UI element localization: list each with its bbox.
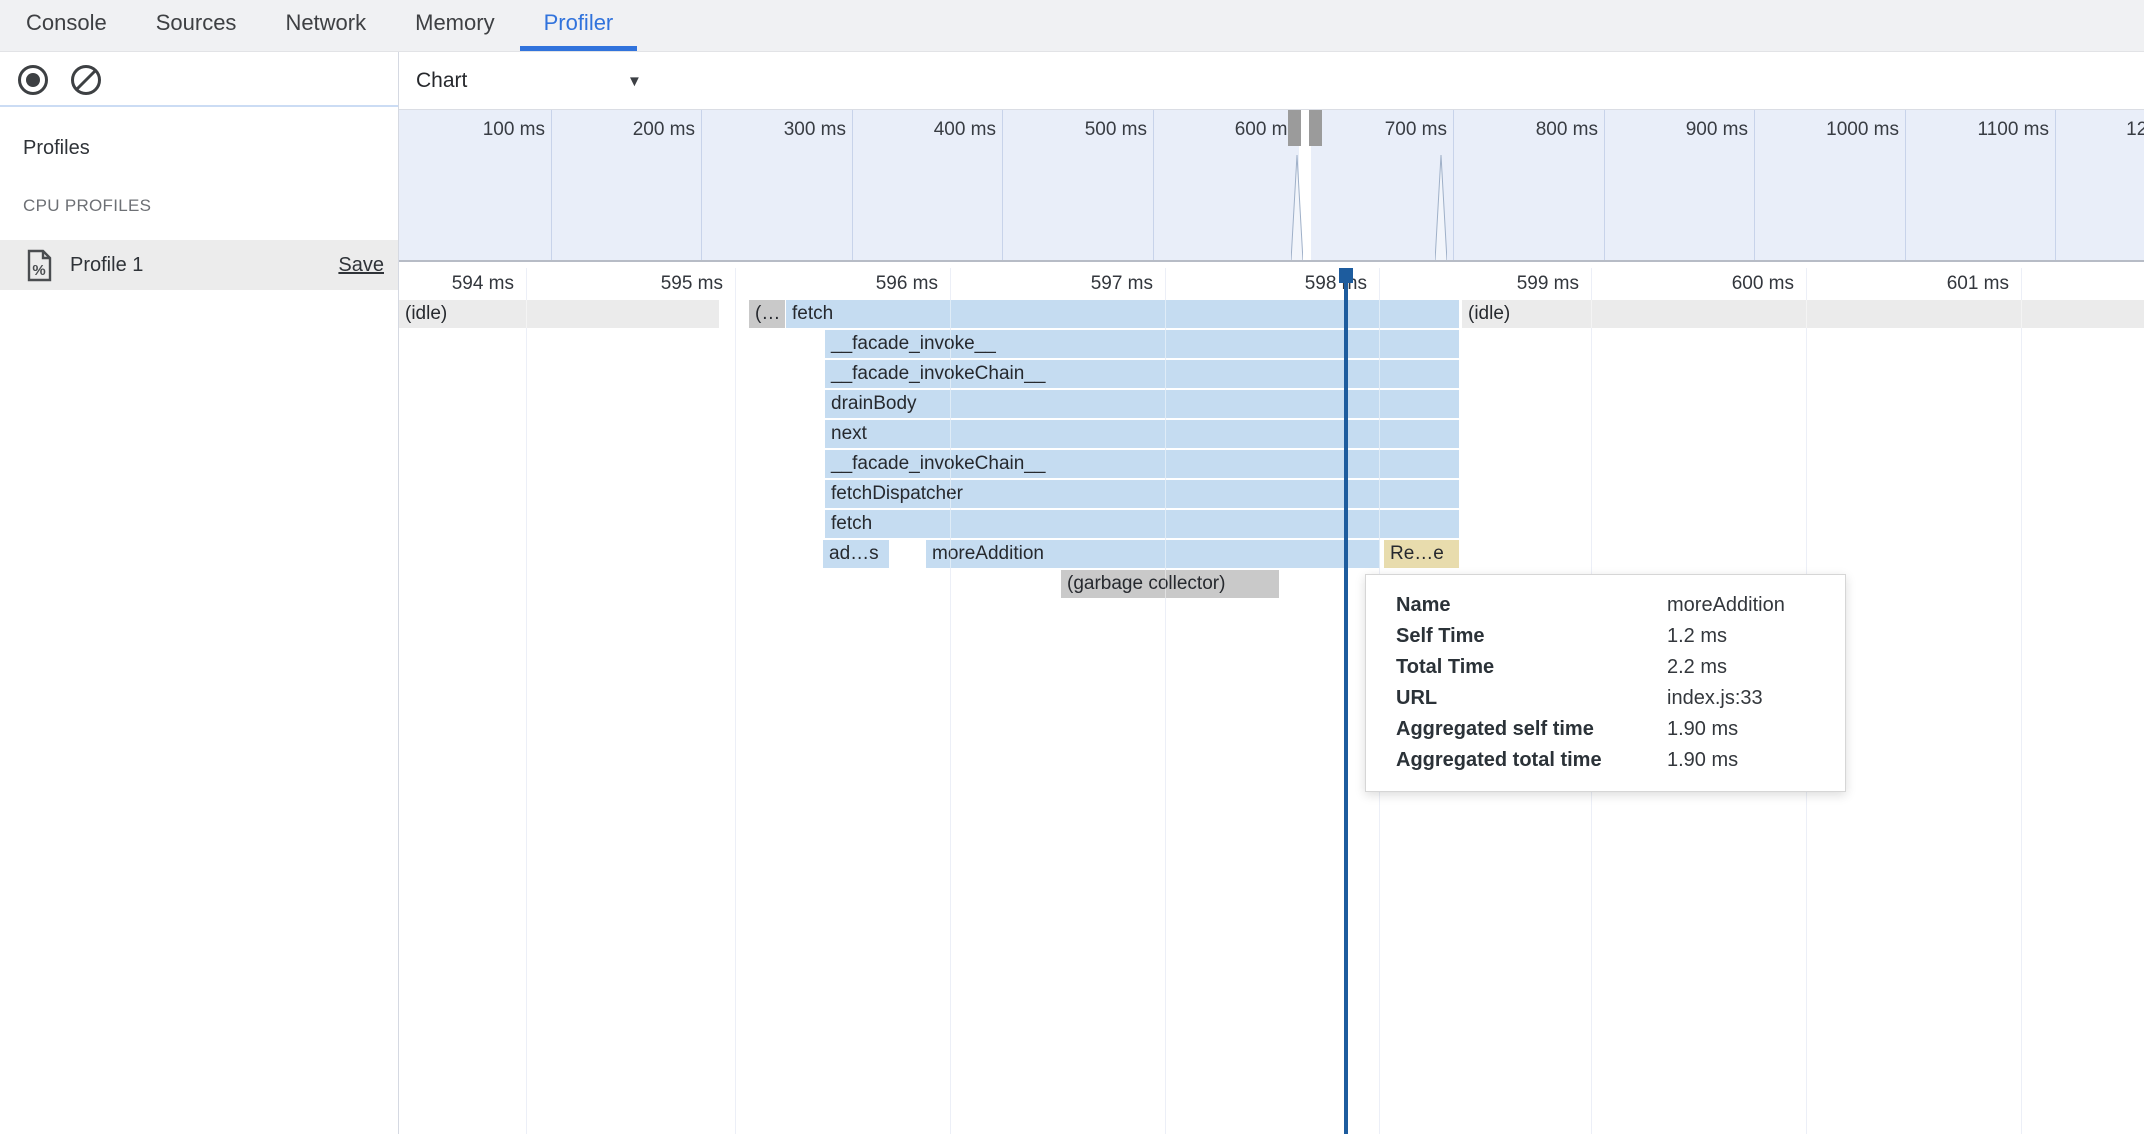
- svg-text:%: %: [32, 262, 45, 279]
- profile-name: Profile 1: [70, 254, 143, 277]
- selection-handle-right[interactable]: [1309, 110, 1322, 146]
- time-gridline-highlight: [1165, 268, 1166, 1134]
- flame-bar-idle[interactable]: (idle): [399, 300, 719, 328]
- tooltip-row-label: Aggregated total time: [1396, 745, 1667, 776]
- flame-bar-js[interactable]: __facade_invoke__: [825, 330, 1459, 358]
- record-profile-button[interactable]: [15, 62, 51, 98]
- profile-list-item[interactable]: % Profile 1 Save: [0, 240, 398, 290]
- selection-handle-left[interactable]: [1288, 110, 1301, 146]
- flame-bar-js[interactable]: moreAddition: [926, 540, 1380, 568]
- record-icon: [15, 62, 51, 98]
- cpu-profiles-section-label: CPU PROFILES: [23, 196, 398, 216]
- web-inspector: ConsoleSourcesNetworkMemoryProfiler: [0, 0, 2144, 1134]
- view-mode-label: Chart: [416, 69, 467, 93]
- tooltip-row-label: URL: [1396, 683, 1667, 714]
- cpu-usage-spike: [1291, 155, 1303, 262]
- tooltip-row: URLindex.js:33: [1396, 683, 1827, 714]
- tooltip-row-label: Aggregated self time: [1396, 714, 1667, 745]
- overview-tick-label: 400 ms: [844, 119, 996, 141]
- tooltip-row-label: Name: [1396, 590, 1667, 621]
- overview-tick-label: 1100 ms: [1897, 119, 2049, 141]
- overview-tick-label: 1200 ms: [2047, 119, 2144, 141]
- overview-tick-label: 600 ms: [1145, 119, 1297, 141]
- tab-network[interactable]: Network: [261, 0, 390, 51]
- cpu-usage-spike: [1435, 155, 1447, 262]
- tooltip-row-value: 1.2 ms: [1667, 621, 1827, 652]
- tab-profiler[interactable]: Profiler: [520, 0, 638, 51]
- flame-bar-gc[interactable]: (garbage collector): [1061, 570, 1279, 598]
- flame-bar-js[interactable]: __facade_invokeChain__: [825, 360, 1459, 388]
- overview-tick-label: 1000 ms: [1747, 119, 1899, 141]
- overview-tick-label: 500 ms: [995, 119, 1147, 141]
- flame-bar-js[interactable]: __facade_invokeChain__: [825, 450, 1459, 478]
- flame-chart: (idle)(…fetch(idle)__facade_invoke____fa…: [399, 268, 2144, 1134]
- save-profile-link[interactable]: Save: [338, 254, 384, 277]
- tooltip-row: Aggregated total time1.90 ms: [1396, 745, 1827, 776]
- view-mode-dropdown[interactable]: Chart ▼: [399, 52, 661, 109]
- overview-tick-label: 200 ms: [543, 119, 695, 141]
- time-gridline-highlight: [526, 268, 527, 1134]
- profile-document-icon: %: [26, 249, 53, 282]
- flame-bar-idle[interactable]: (idle): [1462, 300, 2144, 328]
- time-gridline-highlight: [735, 268, 736, 1134]
- time-gridline-highlight: [2021, 268, 2022, 1134]
- tooltip-row: Self Time1.2 ms: [1396, 621, 1827, 652]
- profiler-main-panel: Chart ▼ 100 ms200 ms300 ms400 ms500 ms60…: [398, 52, 2144, 1134]
- current-time-marker-cap: [1339, 268, 1353, 283]
- flame-bar-js[interactable]: fetch: [825, 510, 1459, 538]
- tooltip-row-value: 1.90 ms: [1667, 745, 1827, 776]
- flame-bar-js[interactable]: drainBody: [825, 390, 1459, 418]
- tab-memory[interactable]: Memory: [391, 0, 518, 51]
- time-gridline-highlight: [950, 268, 951, 1134]
- tooltip-row-label: Self Time: [1396, 621, 1667, 652]
- clear-icon: [68, 62, 104, 98]
- tooltip-row-value: index.js:33: [1667, 683, 1827, 714]
- timeline-overview[interactable]: 100 ms200 ms300 ms400 ms500 ms600 ms700 …: [399, 109, 2144, 262]
- frame-details-tooltip: NamemoreAdditionSelf Time1.2 msTotal Tim…: [1365, 574, 1846, 792]
- overview-tick-label: 300 ms: [694, 119, 846, 141]
- flame-bar-js[interactable]: next: [825, 420, 1459, 448]
- flame-bar-js[interactable]: fetch: [786, 300, 1459, 328]
- chevron-down-icon: ▼: [627, 73, 642, 90]
- tab-bar: ConsoleSourcesNetworkMemoryProfiler: [0, 0, 2144, 52]
- sidebar-toolbar: [0, 52, 398, 107]
- sidebar: Profiles CPU PROFILES % Profile 1 Save: [0, 52, 398, 1134]
- overview-tick-label: 100 ms: [399, 119, 545, 141]
- tooltip-row: NamemoreAddition: [1396, 590, 1827, 621]
- tooltip-row-value: 1.90 ms: [1667, 714, 1827, 745]
- tooltip-row-value: 2.2 ms: [1667, 652, 1827, 683]
- tooltip-row-label: Total Time: [1396, 652, 1667, 683]
- tab-console[interactable]: Console: [2, 0, 131, 51]
- current-time-marker: [1344, 268, 1348, 1134]
- flame-bar-gc[interactable]: (…: [749, 300, 785, 328]
- tooltip-row-value: moreAddition: [1667, 590, 1827, 621]
- flame-bar-js[interactable]: fetchDispatcher: [825, 480, 1459, 508]
- tooltip-row: Total Time2.2 ms: [1396, 652, 1827, 683]
- tooltip-row: Aggregated self time1.90 ms: [1396, 714, 1827, 745]
- flame-bar-response[interactable]: Re…e: [1384, 540, 1459, 568]
- clear-profiles-button[interactable]: [68, 62, 104, 98]
- tab-sources[interactable]: Sources: [132, 0, 261, 51]
- flame-bar-js[interactable]: ad…s: [823, 540, 889, 568]
- profiles-heading: Profiles: [23, 137, 398, 160]
- overview-tick-label: 900 ms: [1596, 119, 1748, 141]
- overview-tick-label: 800 ms: [1446, 119, 1598, 141]
